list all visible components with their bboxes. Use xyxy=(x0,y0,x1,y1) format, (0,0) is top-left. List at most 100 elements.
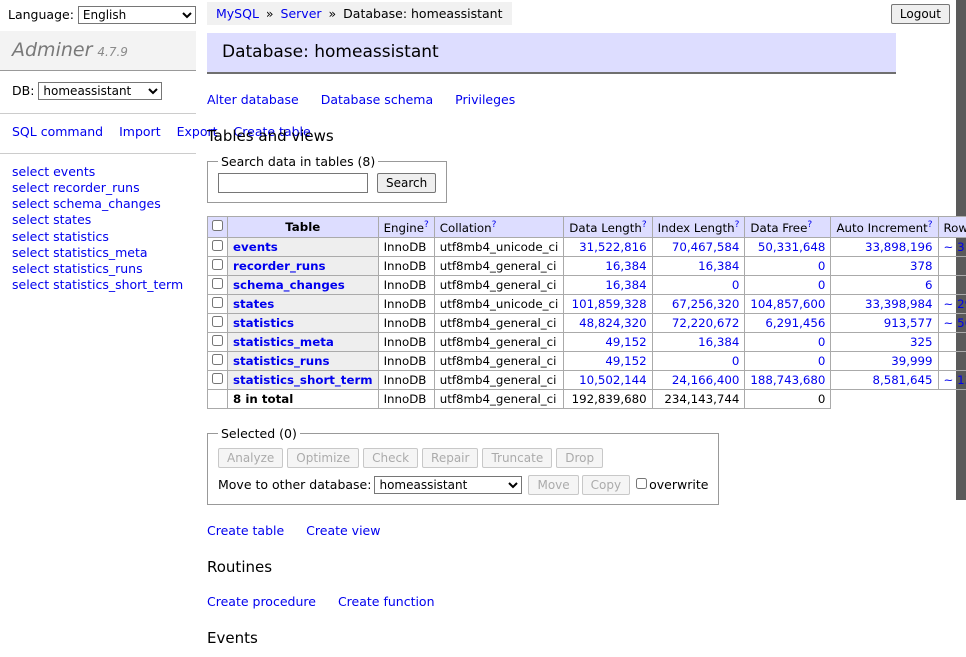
engine-help-link[interactable]: ? xyxy=(424,220,429,230)
table-link-states[interactable]: states xyxy=(233,297,274,311)
link-create-function[interactable]: Create function xyxy=(338,594,435,609)
data-free-link[interactable]: 104,857,600 xyxy=(750,297,825,311)
auto-increment-help-link[interactable]: ? xyxy=(928,220,933,230)
auto-increment-link[interactable]: 325 xyxy=(910,335,933,349)
data-length-link[interactable]: 101,859,328 xyxy=(572,297,647,311)
breadcrumb-mysql-link[interactable]: MySQL xyxy=(216,6,259,21)
analyze-button[interactable]: Analyze xyxy=(218,448,283,468)
select-all-checkbox[interactable] xyxy=(212,220,223,231)
row-checkbox-statistics-short-term[interactable] xyxy=(212,373,223,384)
data-free-link[interactable]: 188,743,680 xyxy=(750,373,825,387)
cell-collation: utf8mb4_general_ci xyxy=(434,370,564,389)
index-length-link[interactable]: 16,384 xyxy=(698,259,739,273)
move-db-select[interactable]: homeassistant xyxy=(374,476,522,494)
data-free-link[interactable]: 6,291,456 xyxy=(765,316,825,330)
sidebar-table-link-select-statistics-meta[interactable]: select statistics_meta xyxy=(12,245,184,261)
cell-engine: InnoDB xyxy=(378,294,434,313)
repair-button[interactable]: Repair xyxy=(422,448,478,468)
truncate-button[interactable]: Truncate xyxy=(482,448,552,468)
rows-count-link[interactable]: ~ 569,159 xyxy=(944,316,966,330)
auto-increment-link[interactable]: 39,999 xyxy=(891,354,932,368)
table-link-events[interactable]: events xyxy=(233,240,278,254)
db-select[interactable]: homeassistant xyxy=(38,82,162,100)
search-input[interactable] xyxy=(218,173,368,193)
sidebar-link-sql-command[interactable]: SQL command xyxy=(12,124,103,139)
page-title: Database: homeassistant xyxy=(207,33,896,74)
drop-button[interactable]: Drop xyxy=(556,448,603,468)
sidebar-table-link-select-schema-changes[interactable]: select schema_changes xyxy=(12,196,184,212)
index-length-link[interactable]: 67,256,320 xyxy=(672,297,740,311)
data-length-link[interactable]: 48,824,320 xyxy=(579,316,647,330)
search-button[interactable]: Search xyxy=(377,173,436,193)
data-length-link[interactable]: 49,152 xyxy=(605,354,646,368)
auto-increment-link[interactable]: 378 xyxy=(910,259,933,273)
data-length-link[interactable]: 10,502,144 xyxy=(579,373,647,387)
index-length-help-link[interactable]: ? xyxy=(735,220,740,230)
sidebar-table-link-select-events[interactable]: select events xyxy=(12,164,184,180)
auto-increment-link[interactable]: 8,581,645 xyxy=(872,373,932,387)
move-button[interactable]: Move xyxy=(528,475,578,495)
column-header-index-length: Index Length? xyxy=(652,217,745,238)
index-length-link[interactable]: 0 xyxy=(732,354,740,368)
row-checkbox-statistics-meta[interactable] xyxy=(212,335,223,346)
data-free-help-link[interactable]: ? xyxy=(807,220,812,230)
row-checkbox-schema-changes[interactable] xyxy=(212,278,223,289)
rows-count-link[interactable]: ~ 136,108 xyxy=(944,373,966,387)
db-link-alter-database[interactable]: Alter database xyxy=(207,92,299,107)
sidebar-table-link-select-states[interactable]: select states xyxy=(12,212,184,228)
check-button[interactable]: Check xyxy=(363,448,418,468)
cell-engine: InnoDB xyxy=(378,275,434,294)
data-length-link[interactable]: 16,384 xyxy=(605,278,646,292)
rows-count-link[interactable]: ~ 299,833 xyxy=(944,297,966,311)
table-link-statistics[interactable]: statistics xyxy=(233,316,294,330)
sidebar-table-link-select-statistics-runs[interactable]: select statistics_runs xyxy=(12,261,184,277)
db-link-database-schema[interactable]: Database schema xyxy=(321,92,433,107)
index-length-link[interactable]: 0 xyxy=(732,278,740,292)
rows-count-link[interactable]: ~ 312,180 xyxy=(944,240,966,254)
overwrite-checkbox[interactable] xyxy=(636,478,647,489)
breadcrumb-server-link[interactable]: Server xyxy=(281,6,322,21)
logout-button[interactable]: Logout xyxy=(891,4,950,24)
sidebar-table-link-select-statistics-short-term[interactable]: select statistics_short_term xyxy=(12,277,184,293)
row-checkbox-events[interactable] xyxy=(212,240,223,251)
row-checkbox-states[interactable] xyxy=(212,297,223,308)
data-free-link[interactable]: 0 xyxy=(818,278,826,292)
optimize-button[interactable]: Optimize xyxy=(287,448,359,468)
row-checkbox-recorder-runs[interactable] xyxy=(212,259,223,270)
sidebar-link-import[interactable]: Import xyxy=(119,124,161,139)
auto-increment-link[interactable]: 33,398,984 xyxy=(865,297,933,311)
index-length-link[interactable]: 70,467,584 xyxy=(672,240,740,254)
table-link-schema-changes[interactable]: schema_changes xyxy=(233,278,345,292)
data-free-link[interactable]: 50,331,648 xyxy=(758,240,826,254)
data-length-help-link[interactable]: ? xyxy=(642,220,647,230)
sidebar-table-link-select-recorder-runs[interactable]: select recorder_runs xyxy=(12,180,184,196)
table-link-statistics-runs[interactable]: statistics_runs xyxy=(233,354,330,368)
row-checkbox-statistics[interactable] xyxy=(212,316,223,327)
copy-button[interactable]: Copy xyxy=(582,475,630,495)
data-length-link[interactable]: 49,152 xyxy=(605,335,646,349)
table-link-recorder-runs[interactable]: recorder_runs xyxy=(233,259,326,273)
auto-increment-link[interactable]: 6 xyxy=(925,278,933,292)
cell-data-free: 0 xyxy=(745,275,831,294)
collation-help-link[interactable]: ? xyxy=(492,220,497,230)
index-length-link[interactable]: 16,384 xyxy=(698,335,739,349)
table-link-statistics-short-term[interactable]: statistics_short_term xyxy=(233,373,373,387)
sidebar-table-link-select-statistics[interactable]: select statistics xyxy=(12,229,184,245)
row-checkbox-statistics-runs[interactable] xyxy=(212,354,223,365)
language-label: Language: xyxy=(8,7,74,22)
data-length-link[interactable]: 16,384 xyxy=(605,259,646,273)
data-free-link[interactable]: 0 xyxy=(818,335,826,349)
table-link-statistics-meta[interactable]: statistics_meta xyxy=(233,335,334,349)
data-length-link[interactable]: 31,522,816 xyxy=(579,240,647,254)
link-create-view[interactable]: Create view xyxy=(306,523,380,538)
index-length-link[interactable]: 24,166,400 xyxy=(672,373,740,387)
auto-increment-link[interactable]: 33,898,196 xyxy=(865,240,933,254)
auto-increment-link[interactable]: 913,577 xyxy=(884,316,933,330)
db-link-privileges[interactable]: Privileges xyxy=(455,92,515,107)
index-length-link[interactable]: 72,220,672 xyxy=(672,316,740,330)
link-create-table[interactable]: Create table xyxy=(207,523,284,538)
data-free-link[interactable]: 0 xyxy=(818,259,826,273)
language-select[interactable]: English xyxy=(78,6,196,24)
link-create-procedure[interactable]: Create procedure xyxy=(207,594,316,609)
data-free-link[interactable]: 0 xyxy=(818,354,826,368)
